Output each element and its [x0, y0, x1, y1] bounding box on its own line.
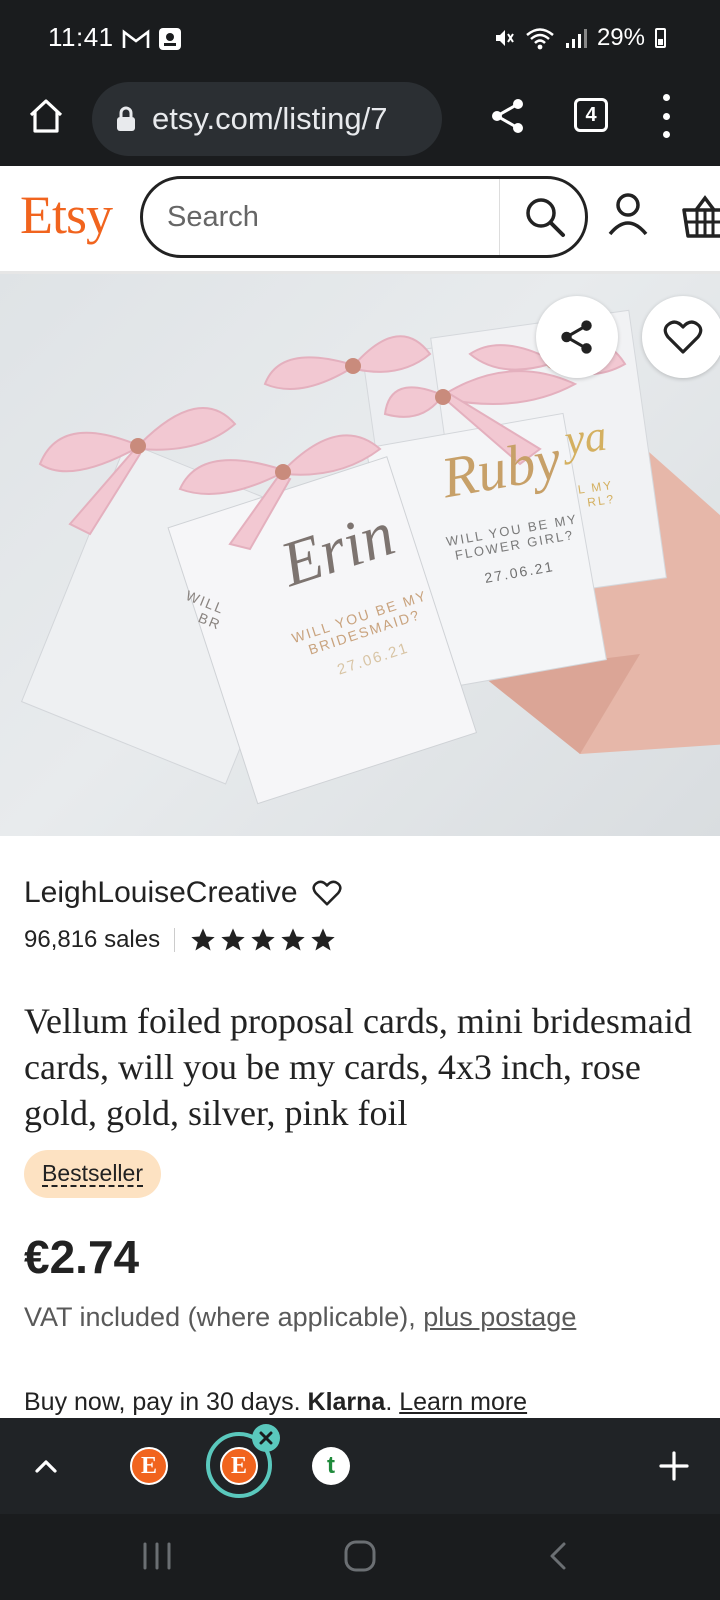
home-nav-icon[interactable] — [342, 1538, 378, 1574]
favorite-button[interactable] — [642, 296, 720, 378]
search-box — [140, 176, 588, 258]
status-right-icons: 29% — [493, 24, 666, 52]
price: €2.74 — [24, 1231, 140, 1283]
back-nav-icon[interactable] — [546, 1540, 570, 1572]
url-bar[interactable]: etsy.com/listing/7 — [92, 82, 442, 156]
status-bar: 11:41 29% — [0, 0, 720, 78]
klarna-suffix: . — [385, 1388, 400, 1416]
postage-link[interactable]: plus postage — [423, 1302, 576, 1332]
vat-row: VAT included (where applicable), plus po… — [24, 1302, 576, 1333]
etsy-header: Etsy — [0, 166, 720, 274]
shop-name-row: LeighLouiseCreative — [24, 876, 342, 910]
battery-percent: 29% — [596, 24, 645, 51]
star-icon — [191, 928, 215, 951]
follow-shop-heart-icon[interactable] — [311, 879, 342, 907]
tab-etsy-active[interactable]: E — [220, 1447, 258, 1485]
account-icon[interactable] — [604, 190, 652, 238]
close-tab-button[interactable] — [252, 1424, 280, 1452]
image-share-button[interactable] — [536, 296, 618, 378]
chevron-up-icon[interactable] — [30, 1450, 62, 1482]
browser-toolbar: etsy.com/listing/7 4 — [0, 78, 720, 166]
battery-icon — [655, 28, 666, 48]
search-input[interactable] — [167, 197, 487, 237]
search-divider — [499, 179, 500, 255]
system-navigation-bar — [0, 1514, 720, 1600]
star-icon — [251, 928, 275, 951]
close-icon — [259, 1431, 273, 1445]
star-icon — [221, 928, 245, 951]
product-image[interactable]: Erin WILL YOU BE MY BRIDESMAID? 27.06.21… — [0, 274, 720, 836]
klarna-text: Buy now, pay in 30 days. — [24, 1388, 308, 1416]
bestseller-badge-label: Bestseller — [42, 1160, 143, 1187]
status-left-icons — [122, 27, 182, 51]
etsy-logo[interactable]: Etsy — [20, 184, 113, 246]
shop-name-link[interactable]: LeighLouiseCreative — [24, 876, 298, 910]
klarna-row: Buy now, pay in 30 days. Klarna. Learn m… — [24, 1388, 527, 1417]
bestseller-badge[interactable]: Bestseller — [24, 1150, 161, 1198]
star-icon — [281, 928, 305, 951]
new-tab-plus-icon[interactable] — [656, 1448, 692, 1484]
tab-etsy-1[interactable]: E — [130, 1447, 168, 1485]
heart-icon — [663, 320, 703, 354]
vat-text: VAT included (where applicable), — [24, 1302, 424, 1332]
listing-title: Vellum foiled proposal cards, mini bride… — [24, 1001, 692, 1133]
rating-stars[interactable] — [189, 926, 337, 954]
status-time: 11:41 — [48, 22, 114, 52]
browser-tab-strip: E E t — [0, 1418, 720, 1514]
klarna-brand: Klarna — [307, 1388, 386, 1416]
sales-divider — [174, 928, 176, 952]
url-text: etsy.com/listing/7 — [152, 101, 388, 136]
lock-icon — [117, 106, 135, 131]
sales-row: 96,816 sales — [24, 926, 337, 954]
wifi-icon — [526, 28, 554, 50]
tab-other[interactable]: t — [312, 1447, 350, 1485]
learn-more-link[interactable]: Learn more — [399, 1388, 527, 1416]
gmail-icon — [122, 29, 150, 48]
signal-icon — [565, 29, 587, 48]
tab-switcher-button[interactable]: 4 — [574, 98, 608, 132]
recent-apps-icon[interactable] — [140, 1540, 174, 1572]
share-icon — [561, 320, 592, 354]
overflow-menu-icon[interactable] — [656, 94, 676, 138]
share-icon[interactable] — [488, 96, 528, 136]
card-name-right: ya — [561, 410, 610, 465]
mute-icon — [495, 30, 514, 46]
home-icon[interactable] — [26, 96, 66, 136]
sales-count: 96,816 sales — [24, 926, 161, 953]
search-icon[interactable] — [521, 193, 569, 241]
cart-icon[interactable] — [680, 192, 720, 240]
notification-icon — [159, 28, 181, 50]
star-icon — [311, 928, 335, 951]
